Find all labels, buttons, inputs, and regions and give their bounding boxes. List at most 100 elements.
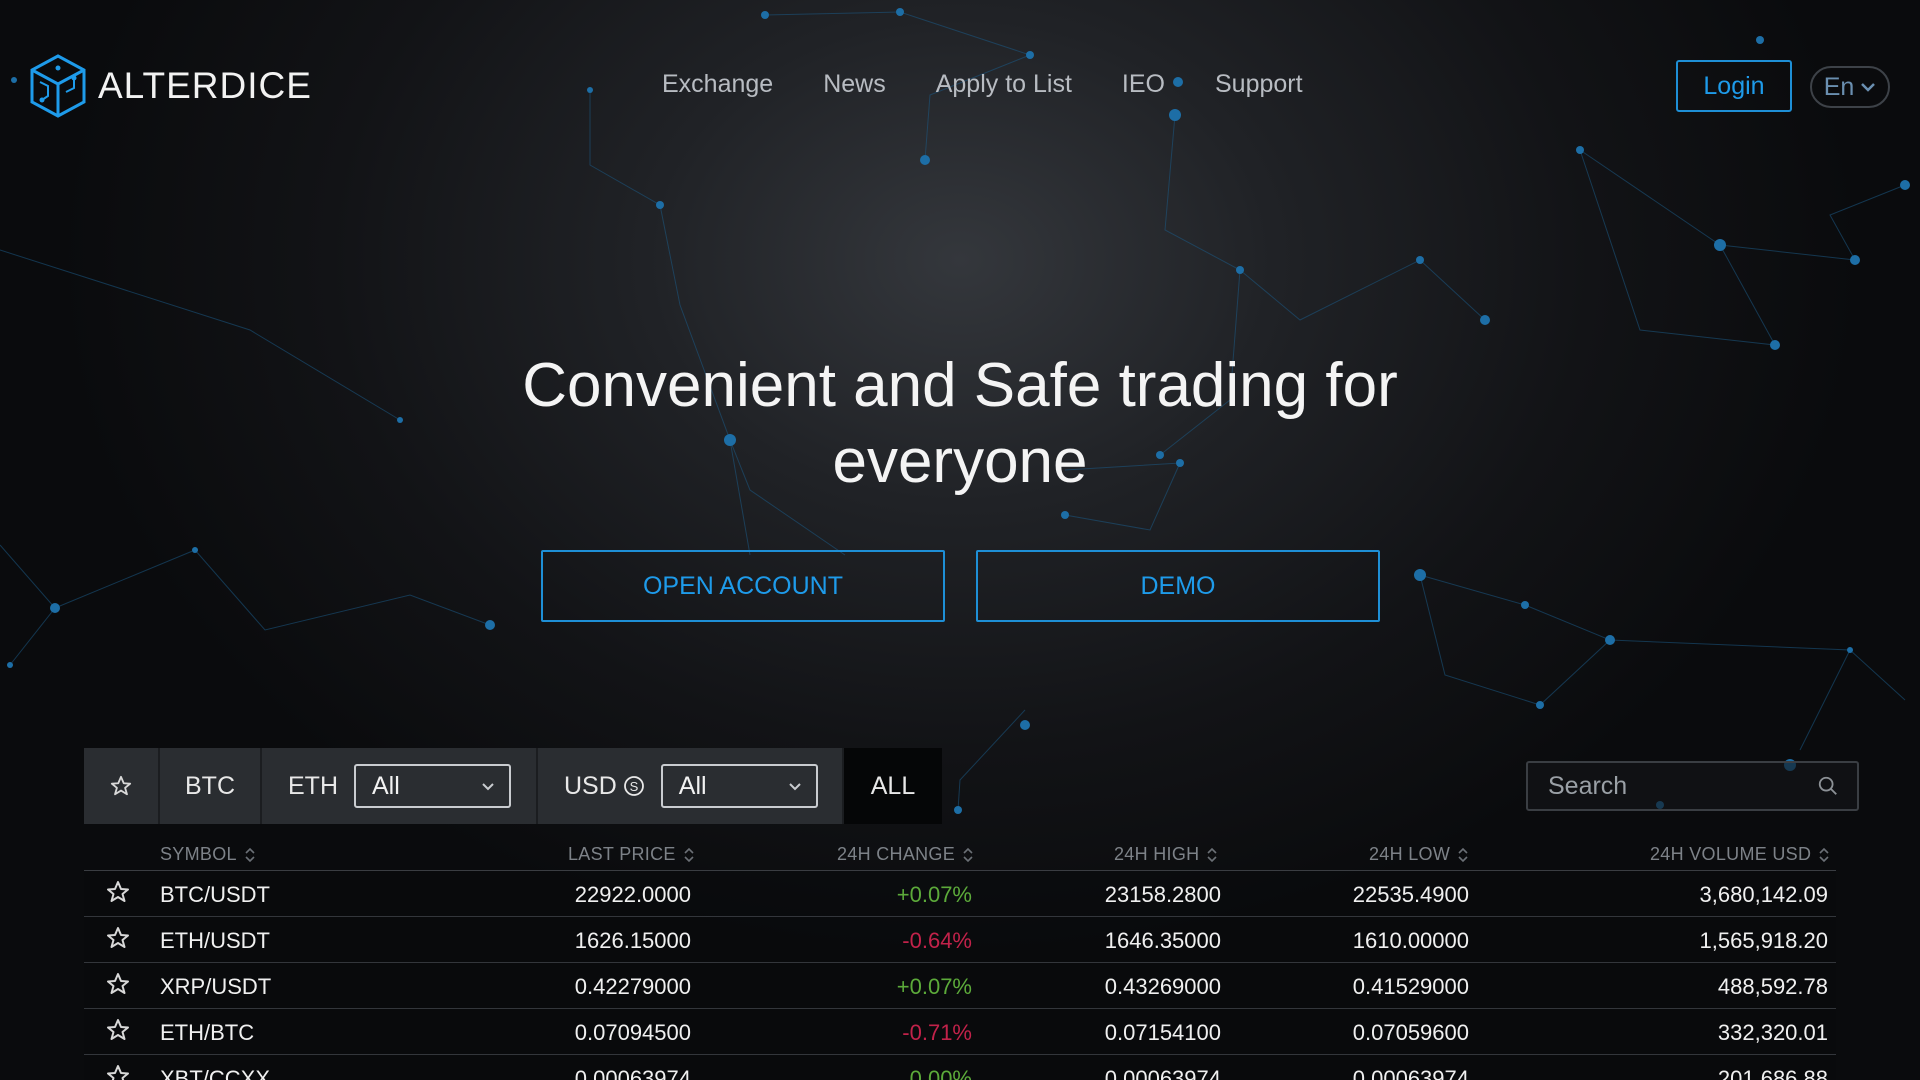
nav-apply-to-list[interactable]: Apply to List [936,70,1072,99]
brand-name: ALTERDICE [98,65,312,106]
favorite-star-icon[interactable] [106,972,130,996]
change-cell: 0.00% [909,1066,972,1080]
volume-cell: 1,565,918.20 [1699,928,1828,953]
high-cell: 0.00063974 [1104,1066,1221,1080]
table-row[interactable]: BTC/USDT 22922.0000 +0.07% 23158.2800 22… [84,871,1836,917]
low-cell: 0.07059600 [1352,1020,1469,1045]
sort-icon [963,847,973,862]
demo-button[interactable]: DEMO [976,550,1380,622]
change-cell: +0.07% [896,974,972,999]
low-cell: 1610.00000 [1352,928,1469,953]
usd-filter-group: USD S All [538,748,844,824]
change-cell: +0.07% [896,882,972,907]
favorite-star-icon[interactable] [106,880,130,904]
favorites-filter[interactable] [84,748,160,824]
symbol-cell: ETH/BTC [160,1020,255,1045]
sort-icon [1458,847,1468,862]
volume-cell: 3,680,142.09 [1699,882,1828,907]
favorite-star-icon[interactable] [106,1064,130,1080]
last-price-cell: 22922.0000 [574,882,691,907]
eth-market-select[interactable]: All [354,764,511,808]
favorite-star-icon[interactable] [106,926,130,950]
symbol-cell: ETH/USDT [160,928,270,953]
all-filter-tab[interactable]: ALL [844,748,942,824]
col-symbol[interactable]: SYMBOL [160,844,255,865]
col-24h-change[interactable]: 24H CHANGE [837,844,973,865]
symbol-cell: XBT/CCXX [160,1066,271,1080]
btc-filter-tab[interactable]: BTC [160,748,262,824]
language-selector[interactable]: En [1810,66,1890,108]
col-last-price[interactable]: LAST PRICE [568,844,694,865]
table-row[interactable]: XRP/USDT 0.42279000 +0.07% 0.43269000 0.… [84,963,1836,1009]
eth-filter-group: ETH All [262,748,538,824]
search-input[interactable] [1546,770,1810,802]
login-button[interactable]: Login [1676,60,1792,112]
market-table: SYMBOL LAST PRICE 24H CHANGE 24H HIGH 24… [84,826,1836,1080]
page: ALTERDICE Exchange News Apply to List IE… [0,0,1920,1080]
open-account-button[interactable]: OPEN ACCOUNT [541,550,945,622]
eth-select-value: All [372,771,400,800]
hero-title: Convenient and Safe trading for everyone [460,348,1460,500]
col-24h-low-label: 24H LOW [1369,844,1451,864]
col-24h-volume[interactable]: 24H VOLUME USD [1650,844,1829,865]
hero-title-line1: Convenient and Safe trading for [522,351,1398,420]
last-price-cell: 0.07094500 [574,1020,691,1045]
col-last-price-label: LAST PRICE [568,844,676,864]
main-nav: Exchange News Apply to List IEO Support [662,70,1303,99]
usd-market-select[interactable]: All [660,764,818,808]
low-cell: 0.41529000 [1352,974,1469,999]
brand-logo[interactable]: ALTERDICE [30,54,312,118]
low-cell: 22535.4900 [1352,882,1469,907]
star-icon [110,775,132,796]
nav-support[interactable]: Support [1215,70,1303,99]
usd-select-value: All [678,771,707,800]
low-cell: 0.00063974 [1352,1066,1469,1080]
usd-filter-tab[interactable]: USD [564,772,617,801]
symbol-cell: BTC/USDT [160,882,270,907]
change-cell: -0.71% [902,1020,972,1045]
market-filter-bar: BTC ETH All USD S All ALL [84,748,942,824]
col-24h-change-label: 24H CHANGE [837,844,956,864]
last-price-cell: 0.42279000 [574,974,691,999]
high-cell: 23158.2800 [1104,882,1221,907]
chevron-down-icon [789,782,801,790]
high-cell: 0.07154100 [1104,1020,1221,1045]
volume-cell: 201,686.88 [1717,1066,1828,1080]
volume-cell: 332,320.01 [1717,1020,1828,1045]
stablecoin-icon: S [623,776,644,796]
col-24h-high-label: 24H HIGH [1114,844,1200,864]
last-price-cell: 1626.15000 [574,928,691,953]
nav-ieo[interactable]: IEO [1122,70,1165,99]
table-body: BTC/USDT 22922.0000 +0.07% 23158.2800 22… [84,871,1836,1080]
high-cell: 0.43269000 [1104,974,1221,999]
col-24h-volume-label: 24H VOLUME USD [1650,844,1812,864]
sort-icon [1819,847,1829,862]
nav-exchange[interactable]: Exchange [662,70,773,99]
nav-news[interactable]: News [823,70,886,99]
col-24h-low[interactable]: 24H LOW [1369,844,1468,865]
eth-filter-tab[interactable]: ETH [288,772,338,801]
language-label: En [1823,72,1855,101]
chevron-down-icon [1861,83,1876,92]
table-row[interactable]: ETH/USDT 1626.15000 -0.64% 1646.35000 16… [84,917,1836,963]
col-24h-high[interactable]: 24H HIGH [1114,844,1217,865]
last-price-cell: 0.00063974 [574,1066,691,1080]
cube-logo-icon [30,54,86,118]
table-row[interactable]: ETH/BTC 0.07094500 -0.71% 0.07154100 0.0… [84,1009,1836,1055]
col-symbol-label: SYMBOL [160,844,237,864]
table-row[interactable]: XBT/CCXX 0.00063974 0.00% 0.00063974 0.0… [84,1055,1836,1080]
sort-icon [245,847,255,862]
sort-icon [684,847,694,862]
favorite-star-icon[interactable] [106,1018,130,1042]
search-icon[interactable] [1817,775,1839,797]
table-header: SYMBOL LAST PRICE 24H CHANGE 24H HIGH 24… [84,826,1836,871]
sort-icon [1207,847,1217,862]
symbol-cell: XRP/USDT [160,974,272,999]
chevron-down-icon [482,782,494,790]
market-search [1526,761,1859,811]
change-cell: -0.64% [902,928,972,953]
high-cell: 1646.35000 [1104,928,1221,953]
hero-title-line2: everyone [832,427,1088,496]
volume-cell: 488,592.78 [1717,974,1828,999]
svg-text:S: S [629,779,638,794]
